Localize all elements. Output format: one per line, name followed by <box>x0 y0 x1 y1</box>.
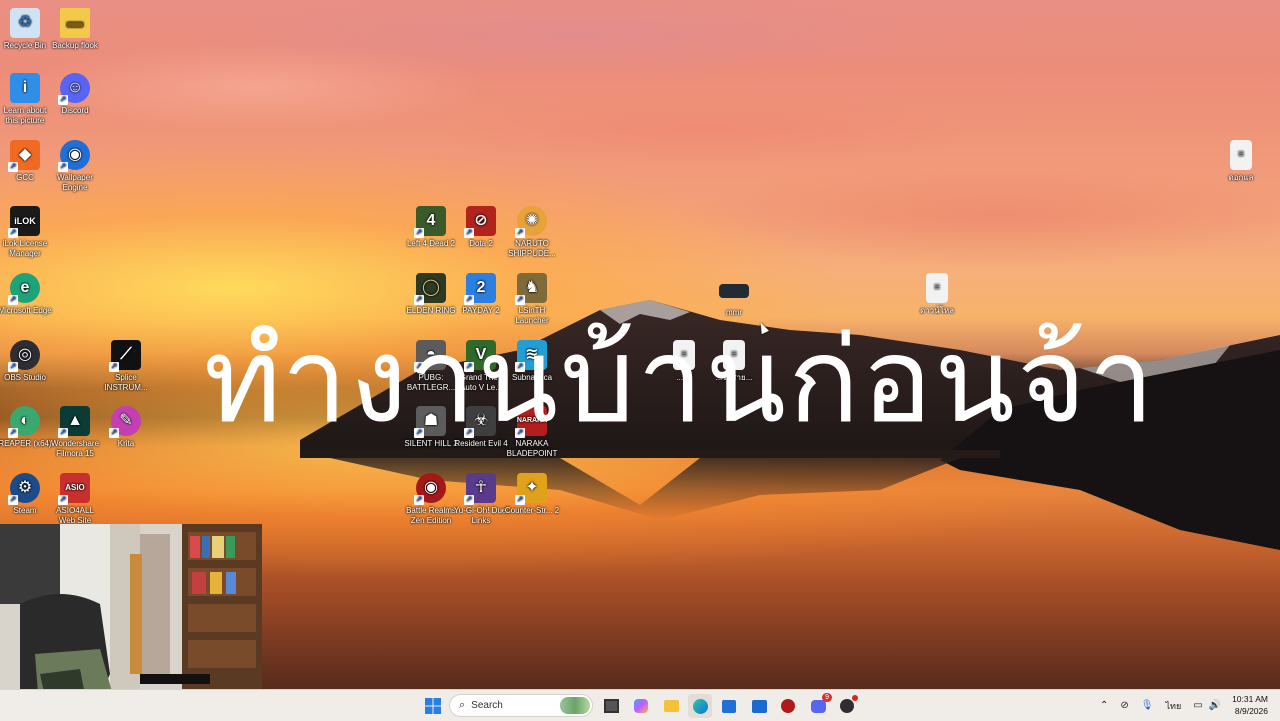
discord-icon[interactable]: ☺ Discord <box>47 73 103 116</box>
folder-icon[interactable]: ▬ Backup flook <box>47 8 103 51</box>
gcc-icon[interactable]: ◆ GCC <box>0 140 53 183</box>
recycle-bin-icon[interactable]: ♻ Recycle Bin <box>0 8 53 51</box>
battle-realms-icon[interactable]: ◉ Battle Realms Zen Edition <box>403 473 459 526</box>
yugioh-icon[interactable]: ☥ Yu-Gi-Oh! Duel Links <box>453 473 509 526</box>
obs-icon[interactable]: ◎ OBS Studio <box>0 340 53 383</box>
reaper-icon[interactable]: ◐ REAPER (x64) <box>0 406 53 449</box>
wallpaper-engine-icon[interactable]: ◉ Wallpaper Engine <box>47 140 103 193</box>
language-indicator[interactable]: ไทย <box>1165 699 1181 713</box>
copilot-icon[interactable] <box>629 694 653 718</box>
obs-taskbar-icon[interactable] <box>835 694 859 718</box>
edge-icon[interactable]: e Microsoft Edge <box>0 273 53 316</box>
search-highlight-icon <box>560 697 590 714</box>
left4dead2-icon[interactable]: 4 Left 4 Dead 2 <box>403 206 459 249</box>
chevron-up-icon[interactable]: ⌃ <box>1100 700 1108 711</box>
display-icon[interactable]: ▭ <box>1193 700 1202 711</box>
clock-time: 10:31 AM <box>1232 694 1268 704</box>
network-off-icon[interactable]: ⊘ <box>1120 700 1128 711</box>
steam-icon[interactable]: ⚙ Steam <box>0 473 53 516</box>
search-icon: ⌕ <box>459 699 466 711</box>
filmora-icon[interactable]: ▲ Wondershare Filmora 15 <box>47 406 103 459</box>
edge-icon[interactable] <box>688 694 712 718</box>
discord-badge: 9 <box>822 693 832 702</box>
store-icon[interactable] <box>717 694 741 718</box>
document-icon[interactable]: ≡ ดอกแล <box>1213 140 1269 183</box>
ilok-icon[interactable]: iLOK iLok License Manager <box>0 206 53 259</box>
discord-taskbar-icon[interactable]: 9 <box>806 693 832 718</box>
krita-icon[interactable]: ✎ Krita <box>98 406 154 449</box>
microphone-icon[interactable]: 🎙 <box>1141 700 1154 711</box>
windows-start-icon[interactable] <box>421 694 445 718</box>
splice-icon[interactable]: ⟋ Splice INSTRUM... <box>98 340 154 393</box>
task-view-icon[interactable] <box>599 694 623 718</box>
dota2-icon[interactable]: ⊘ Dota 2 <box>453 206 509 249</box>
file-explorer-icon[interactable] <box>659 694 683 718</box>
asio4all-icon[interactable]: ASIO ASIO4ALL Web Site <box>47 473 103 526</box>
volume-icon[interactable]: 🔊 <box>1209 700 1221 711</box>
clock-date: 8/9/2026 <box>1234 706 1268 716</box>
naruto-icon[interactable]: ✺ NARUTO SHIPPUDE... <box>504 206 560 259</box>
record-icon[interactable] <box>776 694 800 718</box>
system-tray: ⌃ ⊘ 🎙 ไทย ▭ 🔊 <box>1100 690 1221 721</box>
search-placeholder: Search <box>471 700 503 711</box>
taskbar-search[interactable]: ⌕ Search <box>449 694 593 717</box>
outlook-icon[interactable] <box>747 694 771 718</box>
taskbar: ⌕ Search 9 ⌃ ⊘ 🎙 ไทย ▭ 🔊 10:31 AM 8/9/20… <box>0 689 1280 721</box>
cs2-icon[interactable]: ✦ Counter-Str... 2 <box>504 473 560 516</box>
overlay-caption: ทำงานบ้านก่อนจ้า <box>203 311 1157 449</box>
info-icon[interactable]: i Learn about this picture <box>0 73 53 126</box>
taskbar-clock[interactable]: 10:31 AM 8/9/2026 <box>1232 693 1268 717</box>
recording-dot-icon <box>852 695 858 701</box>
